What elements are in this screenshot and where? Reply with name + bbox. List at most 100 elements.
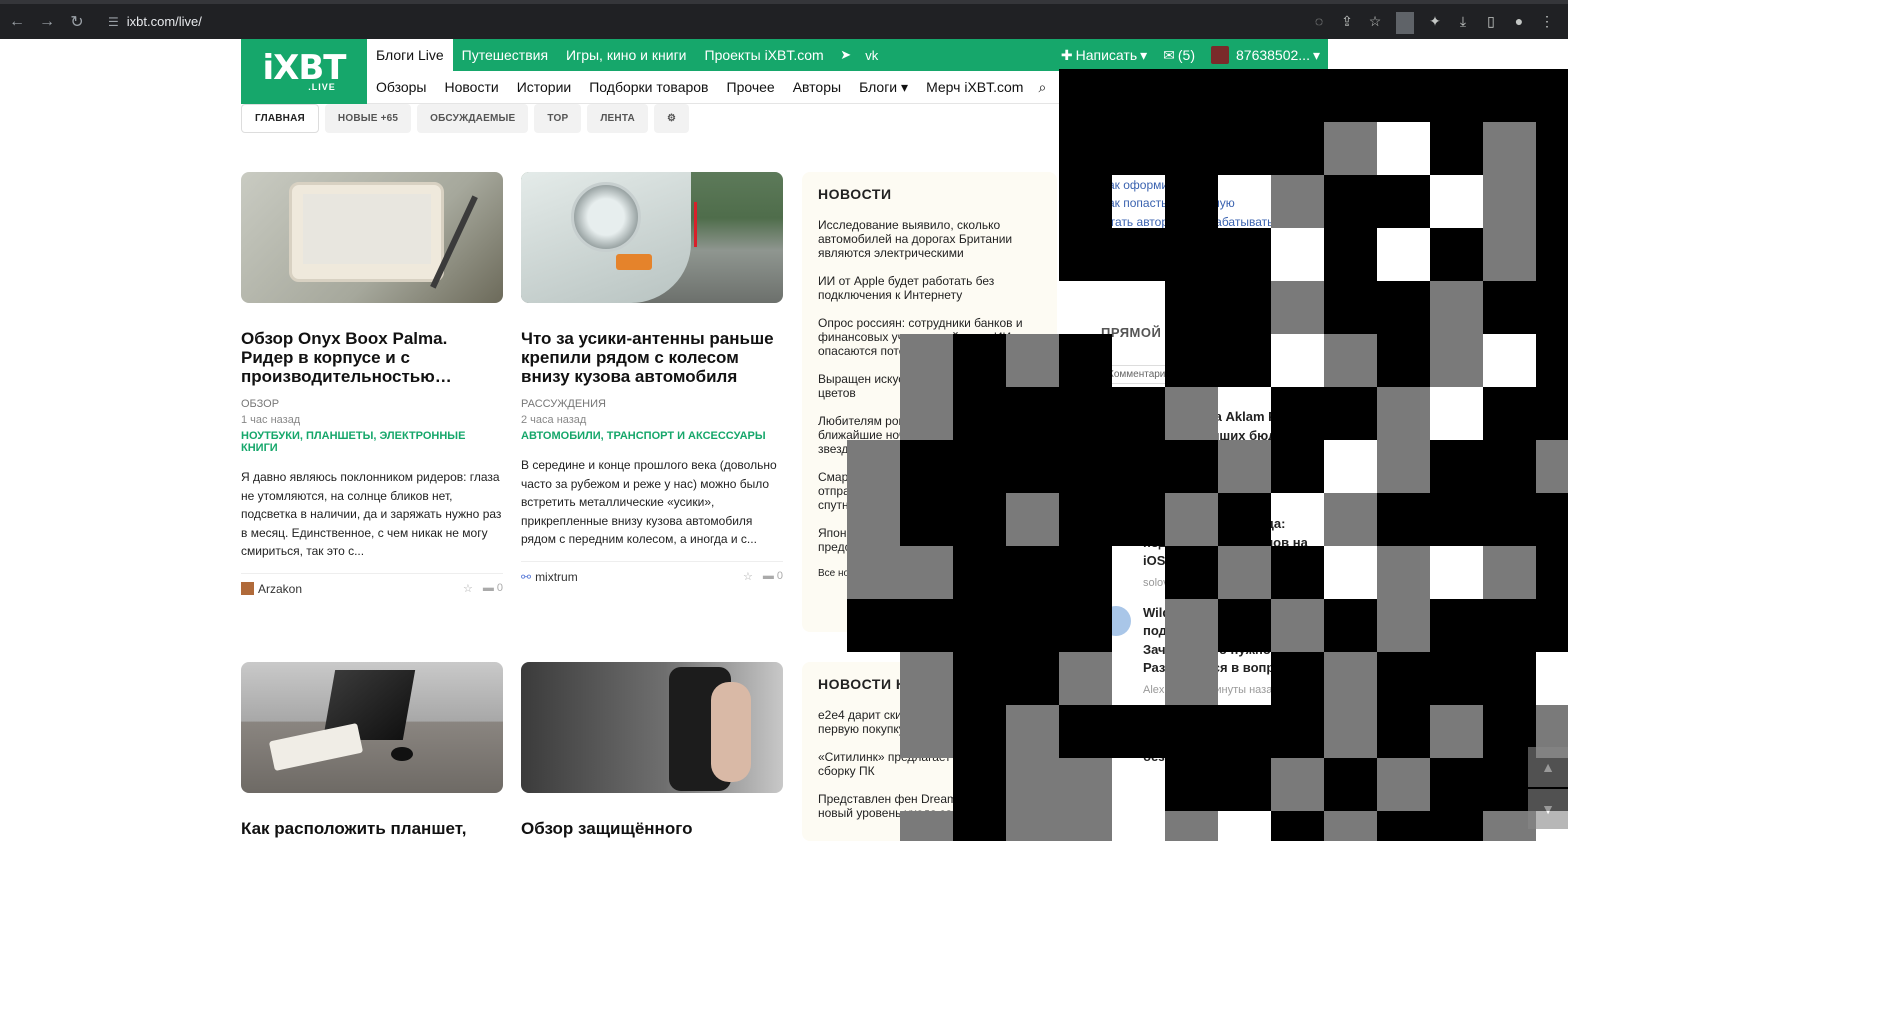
post-title[interactable]: Обзор защищённого (521, 819, 783, 838)
site-info-icon[interactable]: ☰ (108, 15, 119, 29)
news-item[interactable]: Опрос россиян: сотрудники банков и финан… (818, 316, 1041, 358)
user-menu[interactable]: 87638502... ▾ (1203, 46, 1328, 64)
occlusion-tile (1430, 493, 1483, 546)
avatar[interactable] (1101, 712, 1131, 743)
news-item[interactable]: Смартфоны Huawei Pura 70 умеют отправлят… (818, 470, 1041, 512)
feed-title[interactable]: Как победить кротов: два эффективных и б… (1143, 712, 1309, 764)
back-icon[interactable]: ← (4, 9, 30, 35)
scroll-up-button[interactable]: ▲ (1528, 747, 1568, 787)
filter-main[interactable]: ГЛАВНАЯ (241, 104, 319, 133)
feed-item[interactable]: Выбираем лучший камерофон 2024 года: под… (1101, 497, 1328, 590)
sidepanel-icon[interactable]: ▯ (1482, 10, 1500, 32)
subnav-reviews[interactable]: Обзоры (367, 79, 436, 95)
profile-icon[interactable]: ● (1510, 10, 1528, 32)
site-logo[interactable]: iXBT .LIVE (241, 39, 367, 104)
subnav-news[interactable]: Новости (436, 79, 508, 95)
post-excerpt: Я давно являюсь поклонником ридеров: гла… (241, 470, 502, 558)
comments-icon[interactable]: ▬ 0 (483, 582, 503, 595)
author-icon[interactable]: ⚯ (521, 570, 531, 584)
post-card[interactable]: Что за усики-антенны раньше крепили рядо… (521, 172, 783, 584)
subnav-other[interactable]: Прочее (718, 79, 784, 95)
feed-title[interactable]: Wildberries теперь требует подключить Го… (1143, 605, 1315, 676)
feed-item[interactable]: Обзор ЦАПа Aklam PD5: один из лучших бюд… (1101, 408, 1328, 483)
feed-item[interactable]: Wildberries теперь требует подключить Го… (1101, 604, 1328, 697)
extensions-icon[interactable]: ✦ (1426, 10, 1444, 32)
reload-icon[interactable]: ↻ (64, 9, 90, 35)
post-thumbnail[interactable] (521, 662, 783, 793)
scroll-down-button[interactable]: ▼ (1528, 789, 1568, 829)
occlusion-tile (1483, 69, 1536, 122)
favorite-star-icon[interactable]: ☆ (743, 570, 753, 583)
occlusion-tile (1377, 811, 1430, 841)
how-to-main-link[interactable]: Как попасть на Главную (1101, 194, 1328, 213)
post-thumbnail[interactable] (241, 662, 503, 793)
occlusion-tile (1430, 440, 1483, 493)
post-card[interactable]: Как расположить планшет, (241, 662, 503, 838)
feed-meta: ViktorMihalych · 2 минуты назад (1143, 469, 1305, 482)
filter-discussed[interactable]: ОБСУЖДАЕМЫЕ (417, 104, 529, 133)
tab-publications[interactable]: Публикации (1188, 365, 1259, 384)
post-title[interactable]: Обзор Onyx Boox Palma. Ридер в корпусе и… (241, 329, 503, 386)
post-author[interactable]: mixtrum (535, 570, 578, 584)
subnav-blogs[interactable]: Блоги ▾ (850, 79, 917, 96)
share-icon[interactable]: ⇪ (1338, 10, 1356, 32)
feed-title[interactable]: Обзор ЦАПа Aklam PD5: один из лучших бюд… (1143, 409, 1325, 461)
tab-comments[interactable]: Комментарии (1101, 365, 1178, 384)
subnav-authors[interactable]: Авторы (784, 79, 850, 95)
news-item[interactable]: Любителям романтики и астрономии: в ближ… (818, 414, 1041, 456)
avatar[interactable] (241, 582, 254, 595)
news-item[interactable]: Исследование выявило, сколько автомобиле… (818, 218, 1041, 260)
authors-chat-link[interactable]: ➤ Чат авторов iXBT Live (1101, 231, 1328, 250)
how-to-post-link[interactable]: Как оформить пост (1101, 176, 1328, 195)
filter-top[interactable]: TOP (534, 104, 582, 133)
download-icon[interactable]: ⤓ (1454, 10, 1472, 32)
forward-icon[interactable]: → (34, 9, 60, 35)
post-categories[interactable]: НОУТБУКИ, ПЛАНШЕТЫ, ЭЛЕКТРОННЫЕ КНИГИ (241, 430, 503, 454)
telegram-icon[interactable]: ➤ (833, 39, 859, 71)
become-author-link[interactable]: Стать автором и зарабатывать (1101, 213, 1328, 232)
url-text[interactable]: ixbt.com/live/ (127, 14, 202, 29)
news-item[interactable]: Японцы создают инструмент, который предс… (818, 526, 1041, 554)
menu-dots-icon[interactable]: ⋮ (1538, 10, 1556, 32)
comments-icon[interactable]: ▬ 0 (763, 570, 783, 583)
write-button[interactable]: ✚ Написать ▾ (1053, 47, 1155, 64)
vk-icon[interactable]: vk (859, 39, 885, 71)
post-author[interactable]: Arzakon (258, 582, 302, 596)
tab-blogs-live[interactable]: Блоги Live (367, 39, 453, 71)
subnav-selections[interactable]: Подборки товаров (580, 79, 717, 95)
avatar[interactable] (1101, 498, 1131, 529)
settings-gear-icon[interactable]: ⚙ (653, 104, 690, 133)
blog-rules-link[interactable]: Правила блогов (1101, 157, 1328, 176)
post-time: 1 час назад (241, 414, 301, 426)
subnav-merch[interactable]: Мерч iXBT.com (917, 79, 1032, 95)
post-card[interactable]: Обзор защищённого (521, 662, 783, 838)
post-title[interactable]: Что за усики-антенны раньше крепили рядо… (521, 329, 783, 386)
post-thumbnail[interactable] (521, 172, 783, 303)
eye-off-icon[interactable]: ◌ (1310, 10, 1328, 32)
search-icon[interactable]: ⌕ (1038, 79, 1046, 96)
tab-games[interactable]: Игры, кино и книги (557, 39, 695, 71)
news-item[interactable]: e2e4 дарит скидку 5% юрлицам на первую п… (818, 708, 1041, 736)
subnav-stories[interactable]: Истории (508, 79, 581, 95)
news-item[interactable]: Представлен фен Dreame Hair Miracle: нов… (818, 792, 1041, 820)
feed-title[interactable]: Выбираем лучший камерофон 2024 года: под… (1143, 498, 1308, 569)
news-item[interactable]: ИИ от Apple будет работать без подключен… (818, 274, 1041, 302)
tab-travel[interactable]: Путешествия (453, 39, 557, 71)
tab-projects[interactable]: Проекты iXBT.com (696, 39, 833, 71)
avatar[interactable] (1101, 605, 1131, 636)
filter-feed[interactable]: ЛЕНТА (587, 104, 648, 133)
post-categories[interactable]: АВТОМОБИЛИ, ТРАНСПОРТ И АКСЕССУАРЫ (521, 430, 783, 442)
post-thumbnail[interactable] (241, 172, 503, 303)
post-card[interactable]: Обзор Onyx Boox Palma. Ридер в корпусе и… (241, 172, 503, 596)
news-item[interactable]: «Ситилинк» предлагает бесплатную сборку … (818, 750, 1041, 778)
news-item[interactable]: Выращен искусственный алмаз из цветов (818, 372, 1041, 400)
address-bar[interactable]: ☰ ixbt.com/live/ (98, 8, 202, 36)
bookmark-star-icon[interactable]: ☆ (1366, 10, 1384, 32)
messages-button[interactable]: ✉ (5) (1155, 47, 1203, 64)
filter-new[interactable]: НОВЫЕ +65 (324, 104, 412, 133)
all-news-link[interactable]: Все новости (818, 568, 1041, 579)
avatar[interactable] (1101, 410, 1131, 440)
feed-item[interactable]: Как победить кротов: два эффективных и б… (1101, 711, 1328, 768)
favorite-star-icon[interactable]: ☆ (463, 582, 473, 595)
post-title[interactable]: Как расположить планшет, (241, 819, 503, 838)
